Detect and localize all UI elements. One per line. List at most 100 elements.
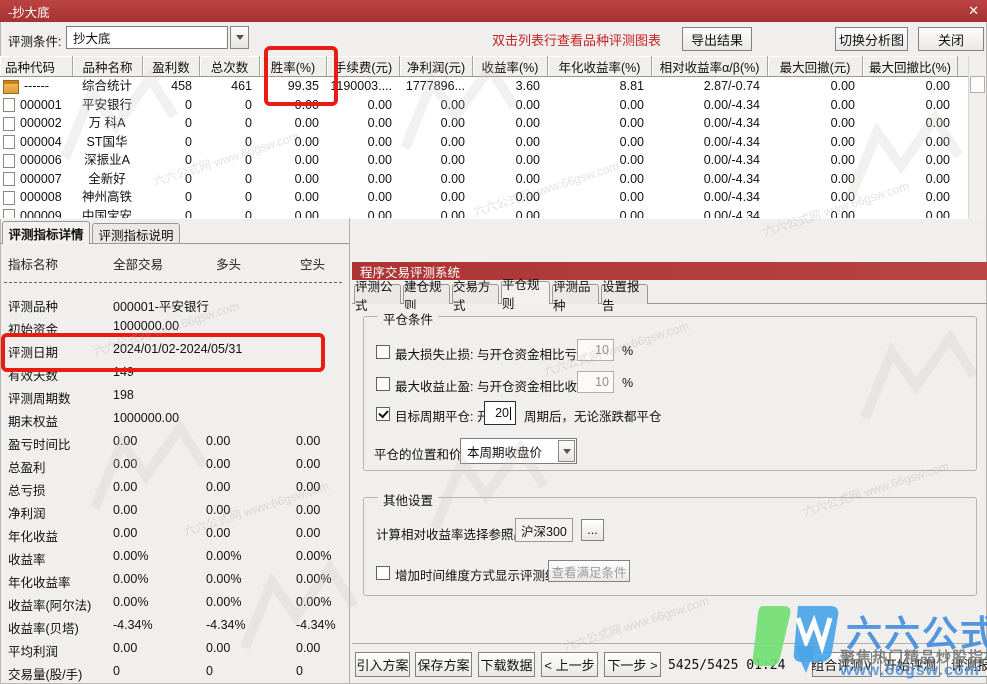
- tab-close-rules[interactable]: 平仓规则: [501, 281, 550, 304]
- evaluation-window: -抄大底 ✕ 评测条件: 抄大底 双击列表行查看品种评测图表 导出结果 切换分析…: [0, 0, 987, 684]
- detail-row: 收益率(阿尔法)0.00%0.00%0.00%: [0, 595, 348, 615]
- row-checkbox-icon: [3, 209, 15, 218]
- scrollbar-thumb[interactable]: [970, 76, 985, 93]
- start-eval-button[interactable]: 开始评测: [880, 652, 940, 677]
- col-header-name[interactable]: 品种名称: [73, 56, 143, 76]
- row-checkbox-icon[interactable]: [3, 172, 15, 186]
- detail-row: 年化收益率0.00%0.00%0.00%: [0, 572, 348, 592]
- table-row[interactable]: 000006 深振业A 0 0 0.00 0.00 0.00 0.00 0.00…: [0, 151, 958, 170]
- time-dimension-checkbox[interactable]: [376, 566, 390, 580]
- col-header-code[interactable]: 品种代码: [0, 56, 73, 76]
- detail-row: 平均利润0.000.000.00: [0, 641, 348, 661]
- stop-loss-percent: %: [622, 344, 633, 358]
- detail-row: 年化收益0.000.000.00: [0, 526, 348, 546]
- close-price-label: 平仓的位置和价位: [374, 444, 474, 463]
- table-row[interactable]: 000008 神州高铁 0 0 0.00 0.00 0.00 0.00 0.00…: [0, 188, 958, 207]
- col-header-drawdown[interactable]: 最大回撤(元): [768, 56, 863, 76]
- col-header-wins[interactable]: 盈利数: [143, 56, 200, 76]
- prev-step-button[interactable]: < 上一步: [541, 652, 598, 677]
- tab-eval-symbols[interactable]: 评测品种: [552, 284, 599, 304]
- detail-row: 交易量(股/手)000: [0, 664, 348, 684]
- detail-row: 期末权益1000000.00: [0, 411, 348, 431]
- detail-row-eval-date: 评测日期2024/01/02-2024/05/31: [0, 342, 348, 362]
- progress-counter: 5425/5425 01:24: [668, 658, 785, 673]
- switch-chart-button[interactable]: 切换分析图: [835, 27, 908, 51]
- target-period-suffix: 周期后，无论涨跌都平仓: [524, 406, 662, 425]
- table-row[interactable]: 000007 全新好 0 0 0.00 0.00 0.00 0.00 0.00 …: [0, 170, 958, 189]
- import-plan-button[interactable]: 引入方案: [355, 652, 410, 677]
- tab-indicator-help[interactable]: 评测指标说明: [92, 223, 180, 244]
- other-settings-group-label: 其他设置: [378, 490, 438, 509]
- save-plan-button[interactable]: 保存方案: [415, 652, 472, 677]
- close-conditions-group-label: 平仓条件: [378, 309, 438, 328]
- col-header-winrate[interactable]: 胜率(%): [260, 56, 327, 76]
- window-title: -抄大底: [8, 2, 50, 21]
- tab-trade-mode[interactable]: 交易方式: [452, 284, 499, 304]
- take-profit-input[interactable]: 10: [577, 371, 614, 393]
- text-cursor: [510, 407, 511, 420]
- double-click-hint: 双击列表行查看品种评测图表: [492, 30, 661, 49]
- next-step-button[interactable]: 下一步 >: [604, 652, 661, 677]
- panel-divider: [349, 218, 350, 684]
- results-table-header: 品种代码 品种名称 盈利数 总次数 胜率(%) 手续费(元) 净利润(元) 收益…: [0, 56, 968, 77]
- chevron-down-icon: [236, 35, 244, 40]
- detail-col-short: 空头: [300, 254, 325, 273]
- row-checkbox-icon[interactable]: [3, 135, 15, 149]
- close-icon[interactable]: ✕: [968, 3, 979, 19]
- row-checkbox-icon[interactable]: [3, 117, 15, 131]
- close-button[interactable]: 关闭: [918, 27, 984, 51]
- table-vertical-scrollbar[interactable]: [968, 56, 985, 218]
- eval-report-button[interactable]: 评测报告: [947, 652, 987, 677]
- detail-row: 总亏损0.000.000.00: [0, 480, 348, 500]
- col-header-drawdown-pct[interactable]: 最大回撤比(%): [863, 56, 958, 76]
- reference-more-button[interactable]: ...: [581, 519, 604, 541]
- time-dimension-label: 增加时间维度方式显示评测结果: [395, 565, 570, 584]
- summary-grid-icon: [3, 80, 19, 94]
- detail-row: 初始资金1000000.00: [0, 319, 348, 339]
- target-period-input[interactable]: 20: [484, 401, 516, 425]
- close-price-combobox[interactable]: 本周期收盘价: [460, 438, 577, 464]
- table-row[interactable]: 000001 平安银行 0 0 0.00 0.00 0.00 0.00 0.00…: [0, 96, 958, 115]
- detail-row: 净利润0.000.000.00: [0, 503, 348, 523]
- stop-loss-input[interactable]: 10: [577, 339, 614, 361]
- col-header-fee[interactable]: 手续费(元): [327, 56, 400, 76]
- table-row-clipped[interactable]: 000009 中国宝安 0 0 0.00 0.00 0.00 0.00 0.00…: [0, 207, 958, 219]
- detail-col-long: 多头: [216, 254, 241, 273]
- combo-eval-button[interactable]: 组合评测∨: [812, 652, 872, 677]
- footer-divider: [352, 643, 987, 644]
- watermark-text: 六六公式网 www.66gsw.com: [561, 592, 711, 655]
- detail-row: 有效天数149: [0, 365, 348, 385]
- detail-row: 评测周期数198: [0, 388, 348, 408]
- detail-row: 总盈利0.000.000.00: [0, 457, 348, 477]
- condition-combobox[interactable]: 抄大底: [66, 26, 228, 49]
- dashed-divider: [4, 282, 342, 283]
- row-checkbox-icon[interactable]: [3, 191, 15, 205]
- chevron-down-icon: [563, 449, 571, 454]
- close-price-dropdown-button[interactable]: [558, 440, 575, 462]
- table-row[interactable]: 000004 ST国华 0 0 0.00 0.00 0.00 0.00 0.00…: [0, 133, 958, 152]
- tab-report-settings[interactable]: 设置报告: [601, 284, 648, 304]
- target-period-checkbox[interactable]: [376, 407, 390, 421]
- row-checkbox-icon[interactable]: [3, 98, 15, 112]
- row-checkbox-icon[interactable]: [3, 154, 15, 168]
- view-conditions-button[interactable]: 查看满足条件: [548, 560, 630, 582]
- col-header-annual-yield[interactable]: 年化收益率(%): [548, 56, 652, 76]
- detail-col-all: 全部交易: [113, 254, 163, 273]
- reference-symbol-field[interactable]: 沪深300: [515, 518, 573, 542]
- condition-value: 抄大底: [73, 28, 111, 47]
- tab-open-rules[interactable]: 建仓规则: [403, 284, 450, 304]
- stop-loss-checkbox[interactable]: [376, 345, 390, 359]
- download-data-button[interactable]: 下载数据: [478, 652, 535, 677]
- export-results-button[interactable]: 导出结果: [682, 27, 752, 51]
- condition-dropdown-button[interactable]: [230, 26, 249, 49]
- take-profit-checkbox[interactable]: [376, 377, 390, 391]
- col-header-total[interactable]: 总次数: [200, 56, 260, 76]
- tab-eval-formula[interactable]: 评测公式: [354, 284, 401, 304]
- table-row[interactable]: 000002 万 科A 0 0 0.00 0.00 0.00 0.00 0.00…: [0, 114, 958, 133]
- col-header-netprofit[interactable]: 净利润(元): [400, 56, 473, 76]
- col-header-yield[interactable]: 收益率(%): [473, 56, 548, 76]
- detail-col-name: 指标名称: [8, 254, 58, 273]
- col-header-alpha-beta[interactable]: 相对收益率α/β(%): [652, 56, 768, 76]
- table-row-summary[interactable]: ------ 综合统计 458 461 99.35 1190003.... 17…: [0, 77, 958, 96]
- tab-indicator-detail[interactable]: 评测指标详情: [2, 221, 90, 244]
